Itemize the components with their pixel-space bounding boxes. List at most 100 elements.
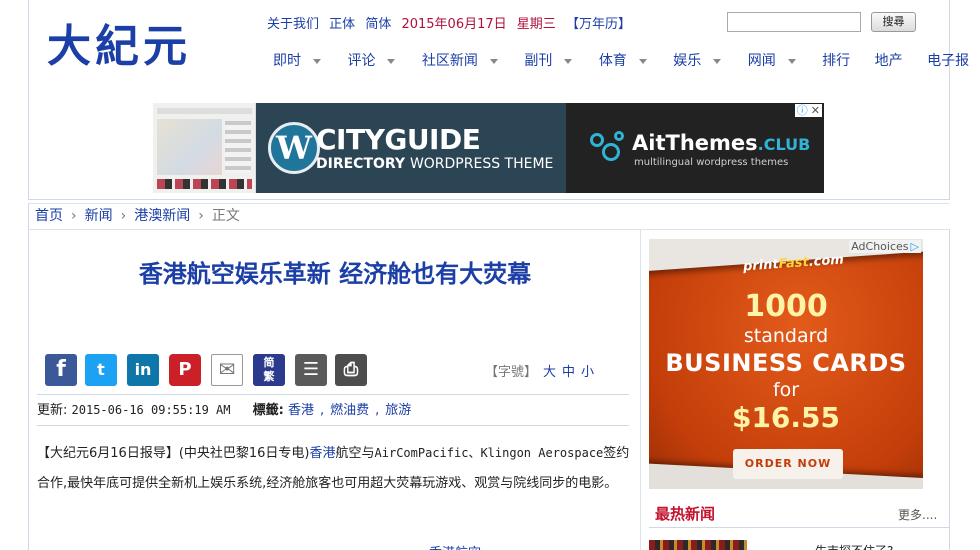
adchoices-button[interactable]: AdChoices ▷ [849, 240, 921, 253]
article-body: 【大纪元6月16日报导】(中央社巴黎16日专电)香港航空与AirComPacif… [37, 438, 635, 499]
site-logo[interactable]: 大紀元 [47, 10, 191, 74]
cityguide-subtitle: DIRECTORY WORDPRESS THEME [316, 156, 553, 172]
ad-for: for [772, 379, 800, 401]
font-size-label: 【字號】 [485, 365, 538, 380]
ad-number: 1000 [744, 289, 828, 324]
cityguide-sub-bold: DIRECTORY [316, 156, 406, 172]
current-date: 2015年06月17日 [401, 17, 507, 32]
close-icon[interactable]: ✕ [811, 104, 820, 117]
breadcrumb-separator: › [120, 208, 127, 224]
ait-suffix: .CLUB [757, 135, 811, 154]
traditional-link[interactable]: 正体 [329, 17, 355, 32]
thumb-gallery [157, 179, 252, 189]
adchoices-label: AdChoices [851, 240, 909, 253]
chevron-down-icon [638, 58, 647, 64]
tag-link[interactable]: 香港 [288, 403, 314, 418]
notes-icon[interactable]: ☰ [295, 354, 327, 386]
tag-separator: , [375, 403, 380, 418]
ad-standard: standard [743, 325, 829, 347]
hot-news-item[interactable]: 生吉探不住了? [815, 542, 893, 550]
search-input[interactable] [727, 12, 861, 32]
simplified-traditional-icon[interactable]: 简繁 [253, 354, 285, 386]
nav-label: 社区新闻 [421, 53, 478, 69]
pinterest-icon[interactable]: P [169, 354, 201, 386]
nav-item-opinion[interactable]: 评论 [347, 50, 396, 70]
breadcrumb-separator: › [71, 208, 77, 224]
body-prefix: 【大纪元6月16日报导】(中央社巴黎16日专电) [37, 446, 310, 461]
font-size-control: 【字號】大中小 [485, 361, 600, 380]
email-icon[interactable]: ✉ [211, 354, 243, 386]
info-icon: ⓘ [796, 104, 808, 117]
thumb-map [157, 119, 222, 175]
body-after-link: 航空与 [335, 446, 375, 461]
nav-item-sports[interactable]: 体育 [599, 50, 647, 70]
hot-news-thumbnail[interactable] [649, 540, 747, 550]
sidebar: printFast.com AdChoices ▷ 1000 standard B… [640, 229, 950, 550]
body-continuation: 香港航空... [429, 542, 493, 550]
print-icon[interactable]: ⎙ [335, 354, 367, 386]
tag-separator: , [319, 403, 325, 418]
banner-aitthemes[interactable]: AitThemes.CLUB multilingual wordpress th… [566, 103, 824, 193]
nav-label: 体育 [598, 53, 627, 69]
aitthemes-subtitle: multilingual wordpress themes [634, 157, 789, 168]
banner-cityguide[interactable]: W CITYGUIDE DIRECTORY WORDPRESS THEME [256, 103, 566, 193]
hot-news-title: 最热新闻 [655, 505, 716, 523]
jianfan-bottom: 繁 [263, 370, 275, 383]
cityguide-sub-thin: WORDPRESS THEME [409, 156, 554, 172]
tags-label: 標籤: [252, 403, 284, 418]
nav-item-instant[interactable]: 即时 [273, 50, 321, 70]
font-size-small[interactable]: 小 [581, 365, 594, 380]
brand-print: print [742, 257, 780, 275]
nav-item-community[interactable]: 社区新闻 [422, 50, 498, 70]
nav-item-supplement[interactable]: 副刊 [524, 50, 573, 70]
ad-price: $16.55 [731, 401, 841, 434]
nav-item-ranking[interactable]: 排行 [822, 50, 850, 70]
nav-label: 娱乐 [673, 53, 702, 69]
calendar-link[interactable]: 【万年历】 [566, 17, 631, 32]
ad-product: BUSINESS CARDS [665, 349, 907, 377]
updated-timestamp: 2015-06-16 09:55:19 AM [71, 403, 231, 417]
current-weekday: 星期三 [516, 17, 556, 32]
font-size-large[interactable]: 大 [543, 365, 556, 380]
chevron-down-icon [713, 58, 722, 64]
tag-link[interactable]: 燃油费 [330, 403, 369, 418]
sidebar-ad[interactable]: printFast.com AdChoices ▷ 1000 standard B… [649, 239, 923, 489]
font-size-medium[interactable]: 中 [562, 365, 575, 380]
nav-label: 评论 [347, 53, 376, 69]
banner-ad[interactable]: W CITYGUIDE DIRECTORY WORDPRESS THEME Ai… [153, 103, 824, 193]
facebook-icon[interactable]: f [45, 354, 77, 386]
cityguide-title: CITYGUIDE [316, 123, 481, 156]
adchoices-icon: ▷ [910, 240, 919, 253]
breadcrumb-news[interactable]: 新闻 [85, 208, 113, 224]
about-link[interactable]: 关于我们 [267, 17, 319, 32]
simplified-link[interactable]: 简体 [365, 17, 391, 32]
main-nav: 即时 评论 社区新闻 副刊 体育 娱乐 网闻 排行 地产 电子报 [273, 50, 980, 70]
order-now-button[interactable]: ORDER NOW [733, 449, 843, 479]
thumb-header [157, 108, 252, 114]
article-headline: 香港航空娱乐革新 经济舱也有大荧幕 [138, 259, 532, 288]
body-link-hongkong[interactable]: 香港 [310, 446, 336, 461]
chevron-down-icon [787, 58, 796, 64]
nav-item-epaper[interactable]: 电子报 [927, 50, 969, 70]
hot-news-more-link[interactable]: 更多.... [898, 506, 937, 523]
article: 香港航空娱乐革新 经济舱也有大荧幕 f t in P ✉ 简繁 ☰ ⎙ 【字號】… [28, 229, 640, 550]
breadcrumb-current: 正文 [211, 208, 240, 224]
nav-item-entertainment[interactable]: 娱乐 [673, 50, 722, 70]
breadcrumb-separator: › [198, 208, 204, 224]
wordpress-icon: W [268, 122, 320, 174]
nav-label: 副刊 [524, 53, 553, 69]
banner-thumbnail [153, 103, 256, 193]
chevron-down-icon [313, 58, 321, 64]
breadcrumb: 首页 › 新闻 › 港澳新闻 › 正文 [28, 203, 950, 229]
twitter-icon[interactable]: t [85, 354, 117, 386]
nav-item-web-news[interactable]: 网闻 [748, 50, 796, 70]
hot-news-header: 最热新闻 更多.... [649, 498, 949, 528]
nav-item-real-estate[interactable]: 地产 [875, 50, 903, 70]
adchoices-button[interactable]: ⓘ ✕ [794, 104, 822, 117]
search-button[interactable]: 搜尋 [871, 12, 916, 32]
updated-label: 更新: [37, 403, 68, 418]
breadcrumb-hk-macau[interactable]: 港澳新闻 [134, 208, 190, 224]
tag-link[interactable]: 旅游 [385, 403, 411, 418]
breadcrumb-home[interactable]: 首页 [35, 208, 63, 224]
linkedin-icon[interactable]: in [127, 354, 159, 386]
